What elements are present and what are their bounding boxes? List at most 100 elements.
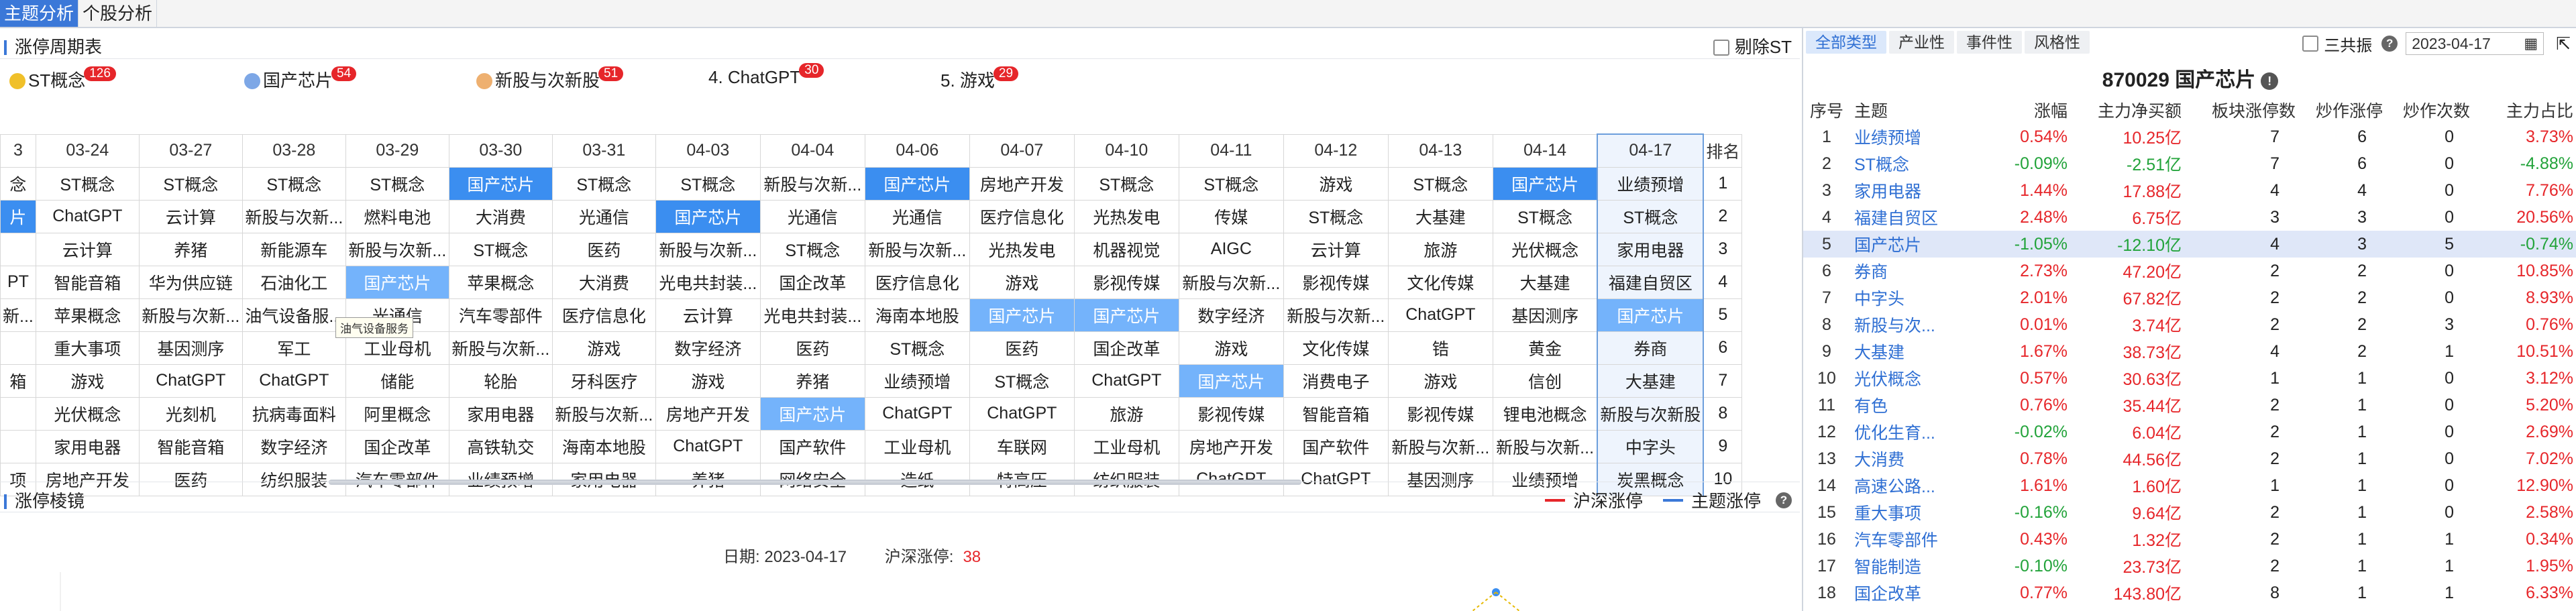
theme-cell[interactable]: 海南本地股: [551, 429, 656, 463]
theme-cell[interactable]: 数字经济: [1178, 298, 1284, 332]
theme-cell[interactable]: ST概念: [551, 166, 656, 201]
theme-cell[interactable]: 游戏: [1178, 331, 1284, 365]
date-header[interactable]: 04-11: [1178, 133, 1284, 168]
date-header[interactable]: 04-03: [655, 133, 761, 168]
theme-cell[interactable]: 光通信: [551, 199, 656, 233]
theme-cell[interactable]: 业绩预增: [1597, 166, 1705, 201]
theme-cell[interactable]: 医药: [969, 331, 1075, 365]
theme-link[interactable]: 重大事项: [1850, 499, 1998, 526]
date-header[interactable]: 3: [0, 133, 36, 168]
theme-cell[interactable]: 国产芯片: [1492, 166, 1598, 201]
theme-cell[interactable]: 医疗信息化: [969, 199, 1075, 233]
theme-cell[interactable]: 券商: [1597, 331, 1705, 365]
theme-cell[interactable]: ST概念: [1178, 166, 1284, 201]
legend-item[interactable]: 国产芯片 54: [244, 66, 358, 92]
theme-cell[interactable]: 大基建: [1492, 265, 1598, 299]
theme-link[interactable]: 高速公路...: [1850, 472, 1998, 499]
date-header[interactable]: 03-28: [241, 133, 346, 168]
theme-cell[interactable]: 文化传媒: [1283, 331, 1389, 365]
table-row[interactable]: 3 家用电器 1.44% 17.88亿 4 4 0 7.76%: [1803, 177, 2576, 204]
table-row[interactable]: 13 大消费 0.78% 44.56亿 2 1 0 7.02%: [1803, 445, 2576, 472]
theme-cell[interactable]: 智能音箱: [35, 265, 140, 299]
theme-cell[interactable]: 文化传媒: [1387, 265, 1493, 299]
theme-link[interactable]: 家用电器: [1850, 177, 1998, 204]
table-row[interactable]: 7 中字头 2.01% 67.82亿 2 2 0 8.93%: [1803, 284, 2576, 311]
theme-cell[interactable]: 游戏: [551, 331, 656, 365]
theme-cell[interactable]: 大基建: [1597, 364, 1705, 398]
theme-link[interactable]: 有色: [1850, 392, 1998, 419]
date-header[interactable]: 04-17: [1597, 133, 1705, 168]
theme-cell[interactable]: 光热发电: [1073, 199, 1179, 233]
theme-cell[interactable]: 国产芯片: [1073, 298, 1179, 332]
theme-cell[interactable]: 新股与次新...: [759, 166, 865, 201]
theme-cell[interactable]: PT: [0, 265, 36, 299]
theme-cell[interactable]: [0, 331, 36, 365]
theme-cell[interactable]: [0, 396, 36, 431]
theme-cell[interactable]: 业绩预增: [864, 364, 970, 398]
theme-cell[interactable]: 国企改革: [759, 265, 865, 299]
theme-cell[interactable]: 新股与次新...: [864, 232, 970, 266]
date-header[interactable]: 03-27: [138, 133, 243, 168]
info-icon[interactable]: !: [2261, 72, 2279, 90]
theme-link[interactable]: 汽车零部件: [1850, 526, 1998, 553]
theme-cell[interactable]: 消费电子: [1283, 364, 1389, 398]
theme-cell[interactable]: [0, 429, 36, 463]
column-header[interactable]: 炒作次数: [2387, 97, 2474, 123]
theme-cell[interactable]: ST概念: [1073, 166, 1179, 201]
theme-cell[interactable]: 机器视觉: [1073, 232, 1179, 266]
theme-cell[interactable]: 新股与次新股: [1597, 396, 1705, 431]
theme-cell[interactable]: 新股与次新...: [241, 199, 346, 233]
theme-cell[interactable]: 光伏概念: [35, 396, 140, 431]
theme-cell[interactable]: 石油化工: [241, 265, 346, 299]
popout-icon[interactable]: ⇱: [2556, 34, 2571, 54]
date-header[interactable]: 04-12: [1283, 133, 1389, 168]
theme-link[interactable]: 智能制造: [1850, 553, 1998, 579]
theme-cell[interactable]: 国企改革: [1073, 331, 1179, 365]
theme-cell[interactable]: 车联网: [969, 429, 1075, 463]
theme-cell[interactable]: ChatGPT: [138, 364, 243, 398]
legend-item[interactable]: 新股与次新股 51: [476, 66, 625, 92]
theme-cell[interactable]: 大消费: [448, 199, 553, 233]
theme-cell[interactable]: 国产芯片: [655, 199, 761, 233]
table-row[interactable]: 18 国企改革 0.77% 143.80亿 8 1 1 6.33%: [1803, 579, 2576, 606]
theme-cell[interactable]: 油气设备服...: [241, 298, 346, 332]
theme-cell[interactable]: 燃料电池: [345, 199, 449, 233]
theme-cell[interactable]: 游戏: [1283, 166, 1389, 201]
theme-cell[interactable]: ChatGPT: [1073, 364, 1179, 398]
theme-cell[interactable]: 家用电器: [448, 396, 553, 431]
theme-cell[interactable]: 苹果概念: [35, 298, 140, 332]
theme-cell[interactable]: 影视传媒: [1073, 265, 1179, 299]
theme-cell[interactable]: ST概念: [969, 364, 1075, 398]
type-tab-2[interactable]: 产业性: [1889, 31, 1954, 54]
theme-cell[interactable]: ST概念: [1597, 199, 1705, 233]
theme-cell[interactable]: 新股与次新...: [1492, 429, 1598, 463]
theme-cell[interactable]: 影视传媒: [1283, 265, 1389, 299]
date-header[interactable]: 03-24: [35, 133, 140, 168]
theme-cell[interactable]: 游戏: [35, 364, 140, 398]
date-header[interactable]: 04-04: [759, 133, 865, 168]
theme-cell[interactable]: 工业母机: [1073, 429, 1179, 463]
theme-link[interactable]: 大基建: [1850, 338, 1998, 365]
column-header[interactable]: 涨幅: [1998, 97, 2072, 123]
theme-cell[interactable]: 影视传媒: [1178, 396, 1284, 431]
date-header[interactable]: 04-10: [1073, 133, 1179, 168]
column-header[interactable]: 主力净买额: [2072, 97, 2186, 123]
theme-link[interactable]: 国企改革: [1850, 579, 1998, 606]
theme-cell[interactable]: 房地产开发: [655, 396, 761, 431]
theme-cell[interactable]: 中字头: [1597, 429, 1705, 463]
theme-cell[interactable]: 轮胎: [448, 364, 553, 398]
help-icon[interactable]: ?: [1776, 492, 1792, 508]
theme-cell[interactable]: ST概念: [864, 331, 970, 365]
theme-cell[interactable]: 数字经济: [241, 429, 346, 463]
theme-cell[interactable]: ChatGPT: [35, 199, 140, 233]
theme-cell[interactable]: AIGC: [1178, 232, 1284, 266]
theme-cell[interactable]: 新...: [0, 298, 36, 332]
date-header[interactable]: 03-31: [551, 133, 656, 168]
date-header[interactable]: 04-13: [1387, 133, 1493, 168]
date-header[interactable]: 03-29: [345, 133, 449, 168]
exclude-st-checkbox[interactable]: [1713, 40, 1729, 56]
theme-cell[interactable]: 新股与次新...: [655, 232, 761, 266]
theme-cell[interactable]: 云计算: [35, 232, 140, 266]
table-row[interactable]: 16 汽车零部件 0.43% 1.32亿 2 1 1 0.34%: [1803, 526, 2576, 553]
date-header[interactable]: 04-14: [1492, 133, 1598, 168]
